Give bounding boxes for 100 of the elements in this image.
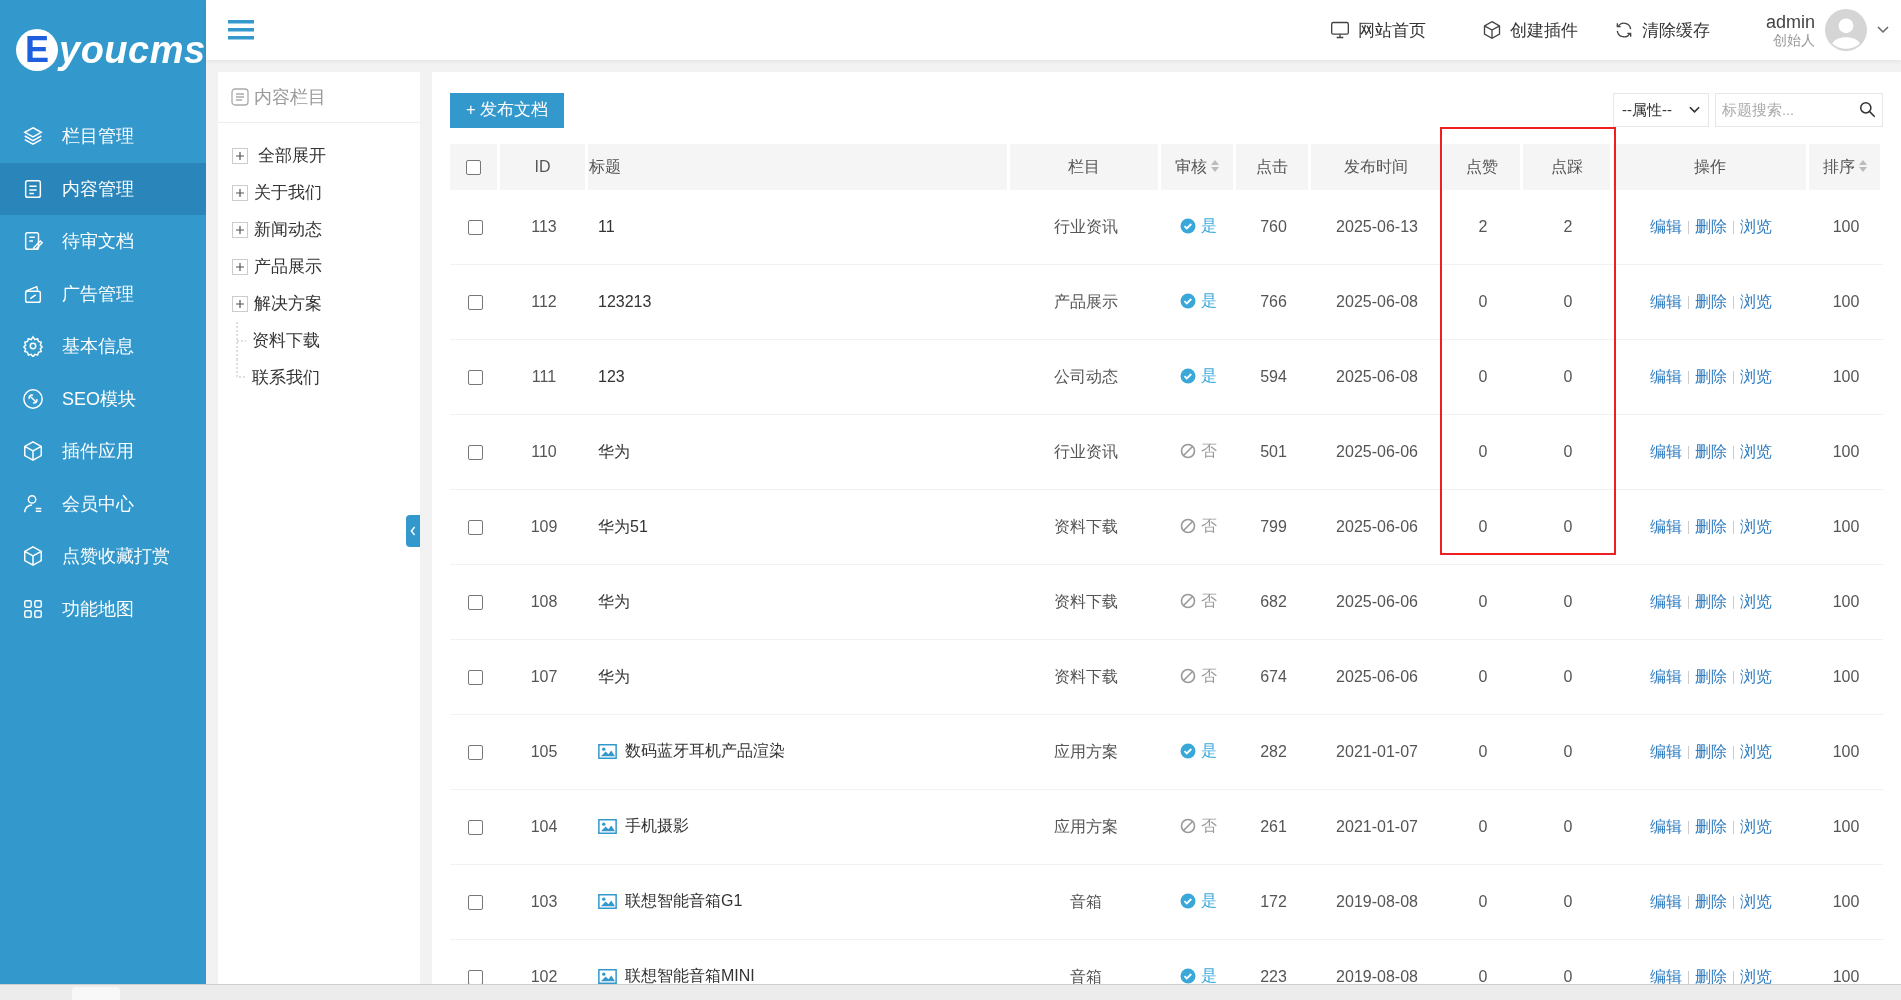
action-link[interactable]: 删除 (1695, 666, 1727, 688)
title-link[interactable]: 123213 (598, 293, 652, 311)
collapse-button[interactable] (406, 515, 420, 547)
status-label[interactable]: 否 (1180, 515, 1217, 537)
action-link[interactable]: 浏览 (1740, 291, 1772, 313)
select-all-checkbox[interactable] (466, 160, 481, 176)
expand-icon[interactable] (232, 147, 248, 164)
action-link[interactable]: 删除 (1695, 216, 1727, 238)
caret-icon[interactable] (1877, 26, 1889, 34)
title-link[interactable]: 11 (598, 218, 615, 236)
action-link[interactable]: 编辑 (1650, 441, 1682, 463)
row-checkbox[interactable] (467, 445, 483, 461)
scrollbar[interactable] (0, 984, 1901, 1000)
row-checkbox[interactable] (467, 670, 483, 686)
title-link[interactable]: 华为 (598, 441, 630, 463)
search-icon[interactable] (1859, 101, 1876, 118)
status-label[interactable]: 是 (1180, 965, 1217, 985)
action-link[interactable]: 编辑 (1650, 216, 1682, 238)
action-link[interactable]: 浏览 (1740, 516, 1772, 538)
status-label[interactable]: 是 (1180, 365, 1217, 387)
action-link[interactable]: 编辑 (1650, 741, 1682, 763)
row-checkbox[interactable] (467, 595, 483, 611)
title-link[interactable]: 联想智能音箱G1 (625, 891, 743, 912)
tree-item[interactable]: 解决方案 (254, 292, 322, 315)
sidebar-item[interactable]: 广告管理 (0, 267, 206, 320)
action-link[interactable]: 编辑 (1650, 591, 1682, 613)
row-checkbox[interactable] (467, 895, 483, 911)
status-label[interactable]: 是 (1180, 740, 1217, 762)
title-link[interactable]: 联想智能音箱MINI (625, 966, 755, 985)
action-link[interactable]: 删除 (1695, 741, 1727, 763)
action-link[interactable]: 删除 (1695, 441, 1727, 463)
title-link[interactable]: 数码蓝牙耳机产品渲染 (625, 741, 785, 762)
action-link[interactable]: 浏览 (1740, 591, 1772, 613)
action-link[interactable]: 编辑 (1650, 816, 1682, 838)
header-link[interactable]: 创建插件 (1481, 18, 1578, 42)
expand-icon[interactable] (232, 258, 248, 275)
action-link[interactable]: 删除 (1695, 366, 1727, 388)
sidebar-item[interactable]: 会员中心 (0, 477, 206, 530)
action-link[interactable]: 编辑 (1650, 516, 1682, 538)
row-checkbox[interactable] (467, 745, 483, 761)
action-link[interactable]: 浏览 (1740, 891, 1772, 913)
action-link[interactable]: 浏览 (1740, 366, 1772, 388)
sidebar-item[interactable]: 点赞收藏打赏 (0, 530, 206, 583)
sidebar-item[interactable]: 功能地图 (0, 582, 206, 635)
action-link[interactable]: 浏览 (1740, 666, 1772, 688)
sidebar-item[interactable]: 插件应用 (0, 425, 206, 478)
column-header[interactable]: 审核 (1161, 144, 1236, 190)
status-label[interactable]: 是 (1180, 290, 1217, 312)
action-link[interactable]: 删除 (1695, 591, 1727, 613)
sidebar-item[interactable]: 栏目管理 (0, 110, 206, 163)
sidebar-item[interactable]: 基本信息 (0, 320, 206, 373)
status-label[interactable]: 否 (1180, 440, 1217, 462)
action-link[interactable]: 删除 (1695, 816, 1727, 838)
header-link[interactable]: 清除缓存 (1613, 18, 1710, 42)
title-link[interactable]: 华为51 (598, 516, 648, 538)
status-label[interactable]: 是 (1180, 890, 1217, 912)
title-link[interactable]: 华为 (598, 666, 630, 688)
expand-icon[interactable] (232, 221, 248, 238)
sidebar-item[interactable]: 内容管理 (0, 162, 206, 215)
action-link[interactable]: 浏览 (1740, 741, 1772, 763)
status-label[interactable]: 否 (1180, 665, 1217, 687)
attribute-select[interactable]: --属性-- (1613, 93, 1709, 127)
action-link[interactable]: 浏览 (1740, 816, 1772, 838)
publish-button[interactable]: + 发布文档 (450, 92, 565, 128)
action-link[interactable]: 删除 (1695, 291, 1727, 313)
tree-item[interactable]: 联系我们 (252, 366, 320, 389)
sidebar-item[interactable]: 待审文档 (0, 215, 206, 268)
action-link[interactable]: 编辑 (1650, 666, 1682, 688)
title-link[interactable]: 华为 (598, 591, 630, 613)
action-link[interactable]: 浏览 (1740, 441, 1772, 463)
tree-item[interactable]: 新闻动态 (254, 218, 322, 241)
status-label[interactable]: 是 (1180, 215, 1217, 237)
action-link[interactable]: 删除 (1695, 516, 1727, 538)
action-link[interactable]: 浏览 (1740, 966, 1772, 985)
action-link[interactable]: 浏览 (1740, 216, 1772, 238)
tree-item[interactable]: 资料下载 (252, 329, 320, 352)
action-link[interactable]: 编辑 (1650, 291, 1682, 313)
title-link[interactable]: 123 (598, 368, 625, 386)
row-checkbox[interactable] (467, 295, 483, 311)
header-link[interactable]: 网站首页 (1329, 18, 1426, 42)
action-link[interactable]: 编辑 (1650, 891, 1682, 913)
action-link[interactable]: 编辑 (1650, 366, 1682, 388)
title-link[interactable]: 手机摄影 (625, 816, 689, 837)
menu-icon[interactable] (228, 20, 254, 40)
search-field[interactable]: 标题搜索... (1715, 93, 1883, 127)
expand-all-link[interactable]: 全部展开 (258, 144, 326, 167)
tree-item[interactable]: 产品展示 (254, 255, 322, 278)
status-label[interactable]: 否 (1180, 815, 1217, 837)
expand-icon[interactable] (232, 184, 248, 201)
sidebar-item[interactable]: SEO模块 (0, 372, 206, 425)
tree-item[interactable]: 关于我们 (254, 181, 322, 204)
row-checkbox[interactable] (467, 370, 483, 386)
row-checkbox[interactable] (467, 520, 483, 536)
row-checkbox[interactable] (467, 220, 483, 236)
column-header[interactable]: 排序 (1809, 144, 1883, 190)
action-link[interactable]: 删除 (1695, 891, 1727, 913)
action-link[interactable]: 编辑 (1650, 966, 1682, 985)
row-checkbox[interactable] (467, 820, 483, 836)
status-label[interactable]: 否 (1180, 590, 1217, 612)
expand-icon[interactable] (232, 295, 248, 312)
